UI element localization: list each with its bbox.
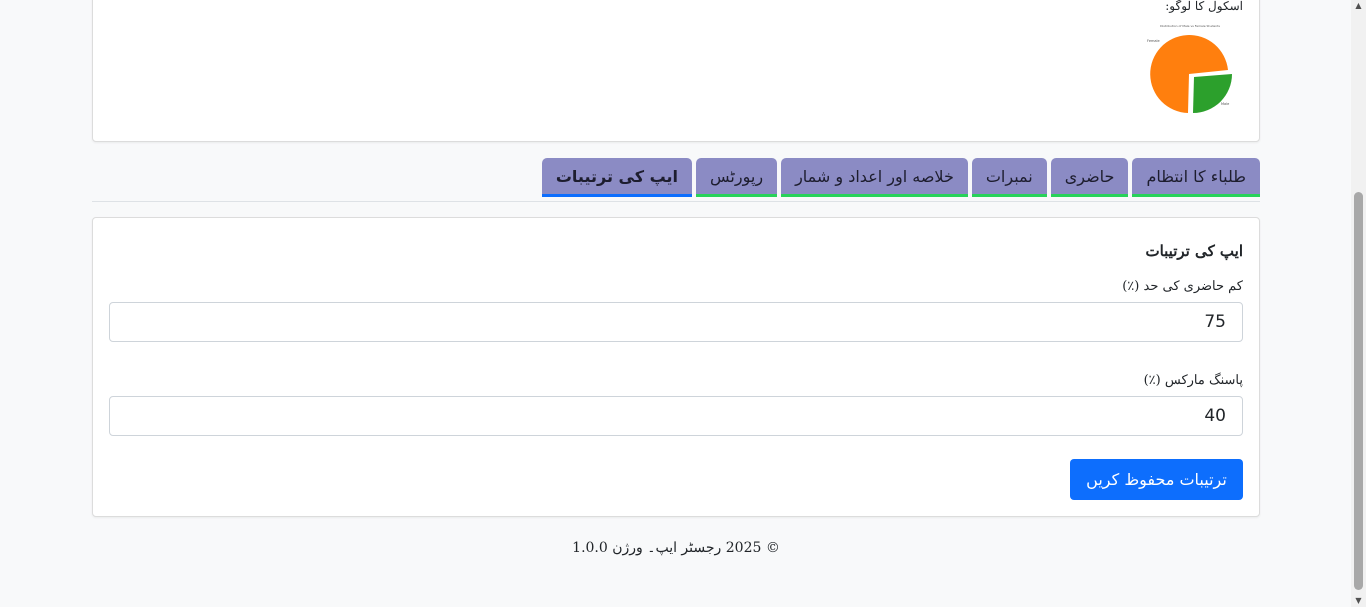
- settings-title: ایپ کی ترتیبات: [1145, 242, 1243, 260]
- tab-app-settings[interactable]: ایپ کی ترتیبات: [541, 158, 693, 197]
- tab-student-management[interactable]: طلباء کا انتظام: [1132, 158, 1260, 197]
- school-logo-pie-chart: Distribution of Male vs Female Students …: [1147, 24, 1232, 113]
- scroll-down-icon[interactable]: ▼: [1351, 595, 1366, 607]
- save-settings-button[interactable]: ترتیبات محفوظ کریں: [1070, 459, 1243, 500]
- scroll-up-icon[interactable]: ▲: [1351, 0, 1366, 12]
- tab-attendance[interactable]: حاضری: [1050, 158, 1129, 197]
- settings-card: ایپ کی ترتیبات کم حاضری کی حد (٪) پاسنگ …: [92, 217, 1260, 517]
- attendance-threshold-input[interactable]: [109, 302, 1243, 342]
- pie-label-female: Female: [1147, 39, 1160, 43]
- footer-text: © 2025 رجسٹر ایپ۔ ورژن 1.0.0: [572, 540, 780, 556]
- tab-marks[interactable]: نمبرات: [971, 158, 1047, 197]
- logo-card: اسکول کا لوگو: Distribution of Male vs F…: [92, 0, 1260, 142]
- page-scrollbar[interactable]: ▲ ▼: [1351, 0, 1366, 607]
- nav-tabs: طلباء کا انتظام حاضری نمبرات خلاصه اور ا…: [92, 158, 1260, 202]
- attendance-threshold-label: کم حاضری کی حد (٪): [1122, 279, 1243, 294]
- pie-label-male: Male: [1221, 102, 1229, 106]
- tab-summary-statistics[interactable]: خلاصه اور اعداد و شمار: [781, 158, 968, 197]
- scroll-thumb[interactable]: [1354, 192, 1363, 590]
- logo-chart-title: Distribution of Male vs Female Students: [1160, 24, 1220, 28]
- pie-slice-green: [1193, 74, 1232, 113]
- tab-reports[interactable]: رپورٹس: [696, 158, 778, 197]
- passing-marks-label: پاسنگ مارکس (٪): [1143, 373, 1243, 388]
- passing-marks-input[interactable]: [109, 396, 1243, 436]
- logo-label: اسکول کا لوگو:: [1165, 0, 1243, 13]
